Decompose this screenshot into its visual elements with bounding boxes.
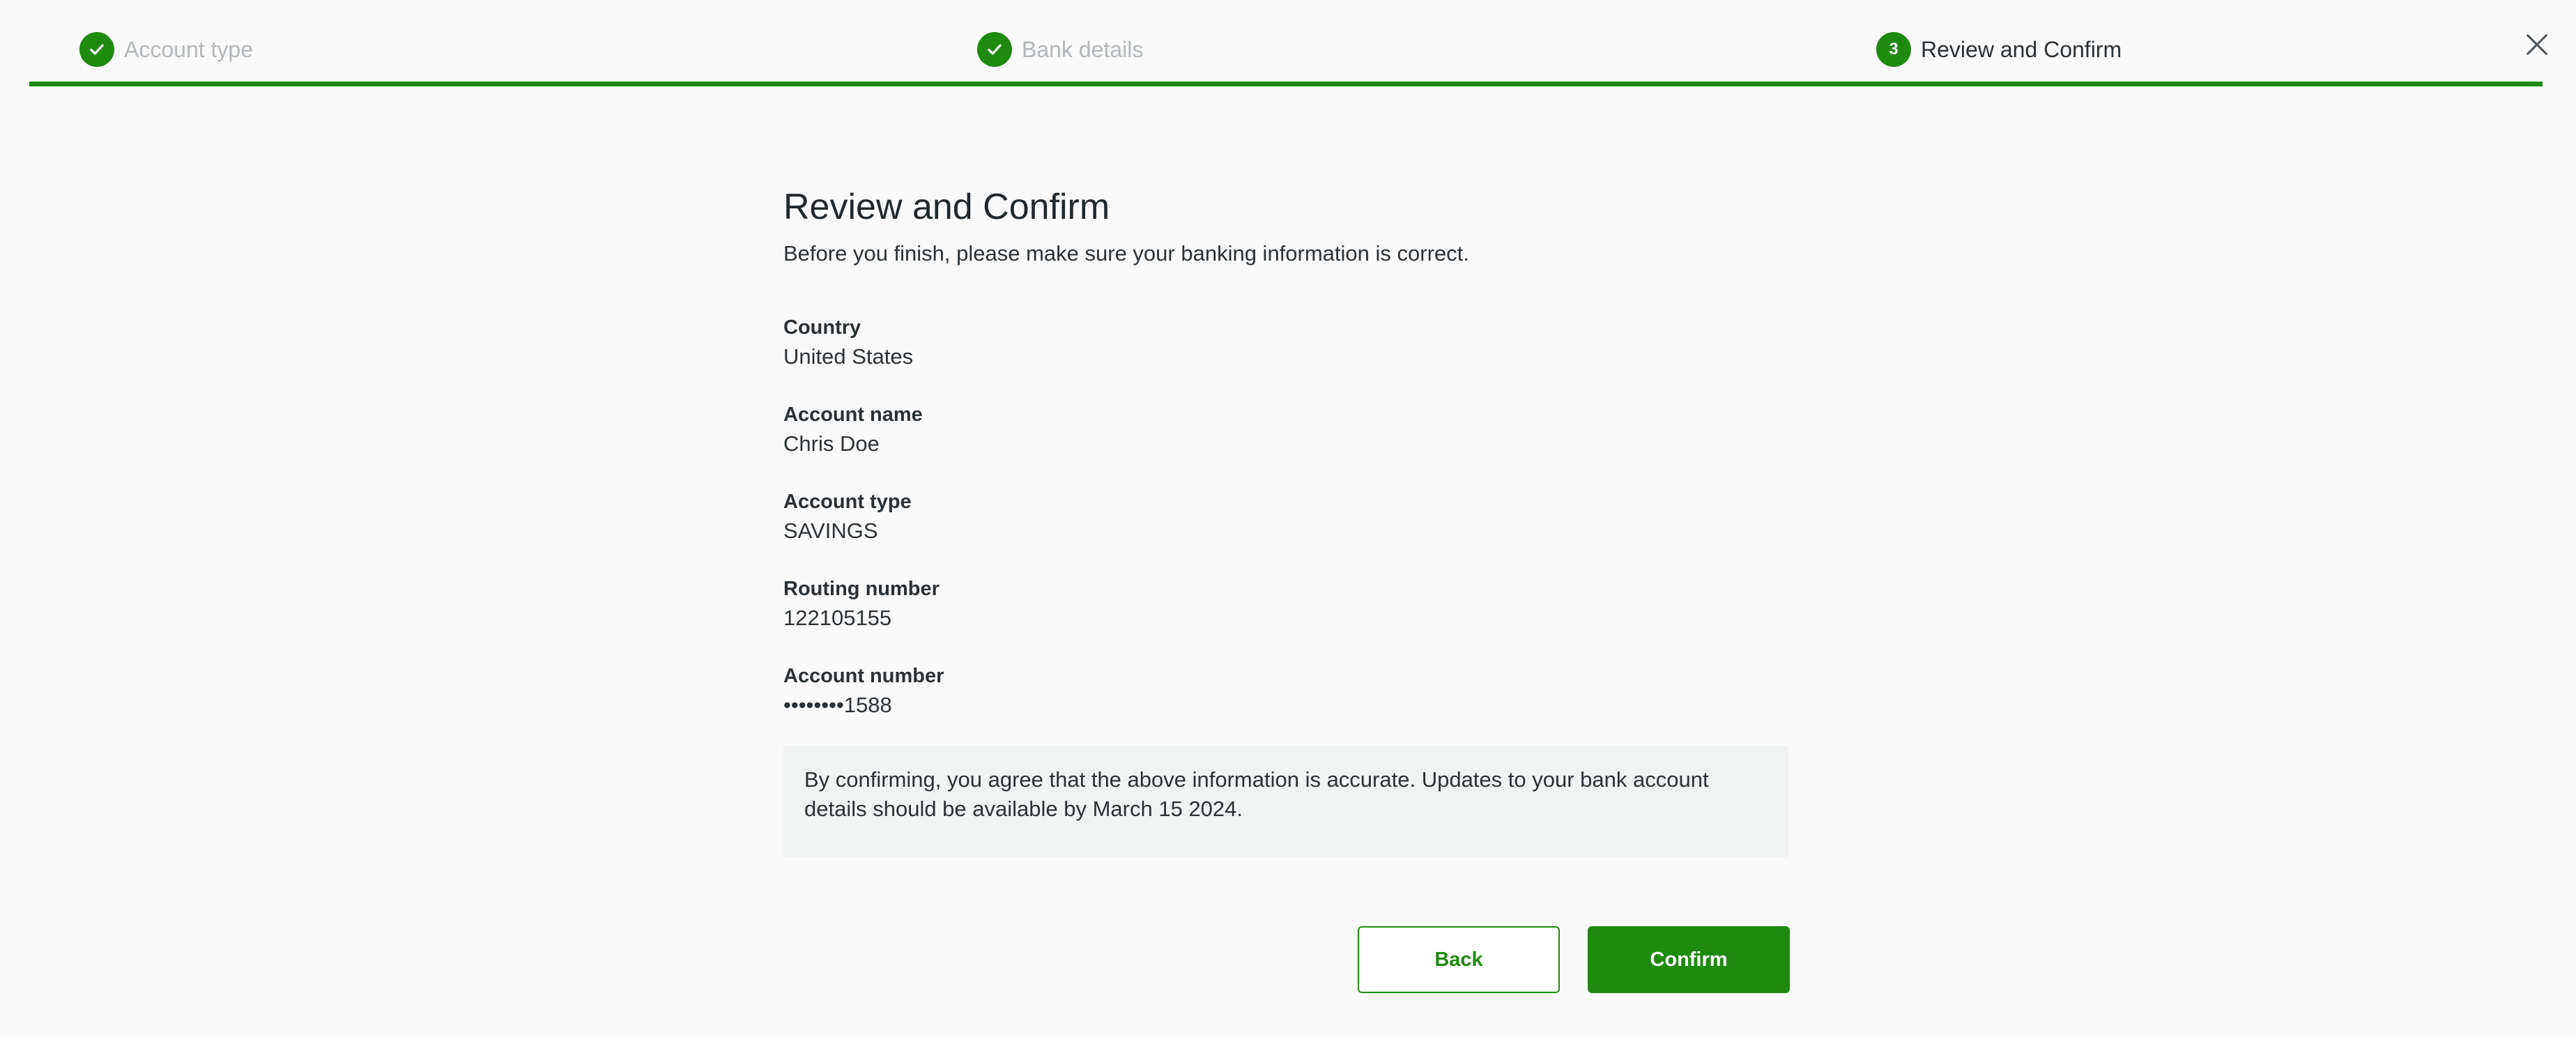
step-number-badge: 3 [1876,32,1911,67]
form-actions: Back Confirm [1358,926,1790,993]
progress-bar [29,82,2543,86]
review-panel: Review and Confirm Before you finish, pl… [783,180,1788,857]
close-icon [2527,34,2547,55]
step-bank-details: Bank details [977,32,1143,67]
confirm-button[interactable]: Confirm [1588,926,1790,993]
field-value: ••••••••1588 [783,693,892,717]
field-country: Country United States [783,314,1788,401]
step-label: Review and Confirm [1921,36,2122,62]
bank-details-summary: Country United States Account name Chris… [783,314,1788,749]
confirmation-notice: By confirming, you agree that the above … [783,746,1788,857]
check-icon [977,32,1012,67]
step-account-type: Account type [79,32,253,67]
field-label: Account type [783,491,912,513]
field-value: United States [783,344,914,369]
field-account-type: Account type SAVINGS [783,488,1788,575]
check-icon [79,32,114,67]
field-routing-number: Routing number 122105155 [783,575,1788,662]
field-value: 122105155 [783,606,892,630]
field-label: Account number [783,665,944,687]
field-account-number: Account number ••••••••1588 [783,662,1788,749]
field-label: Routing number [783,578,940,600]
back-button[interactable]: Back [1358,926,1560,993]
field-label: Country [783,316,861,339]
step-label: Account type [124,36,253,62]
page-subtitle: Before you finish, please make sure your… [783,241,1469,266]
field-value: SAVINGS [783,518,878,543]
field-label: Account name [783,404,923,426]
step-label: Bank details [1022,36,1144,62]
page-title: Review and Confirm [783,187,1110,227]
step-review-and-confirm: 3 Review and Confirm [1876,32,2122,67]
progress-stepper: Account type Bank details 3 Review and C… [29,0,2543,91]
field-account-name: Account name Chris Doe [783,401,1788,488]
close-button[interactable] [2517,25,2556,64]
field-value: Chris Doe [783,431,880,456]
step-number: 3 [1889,40,1899,59]
